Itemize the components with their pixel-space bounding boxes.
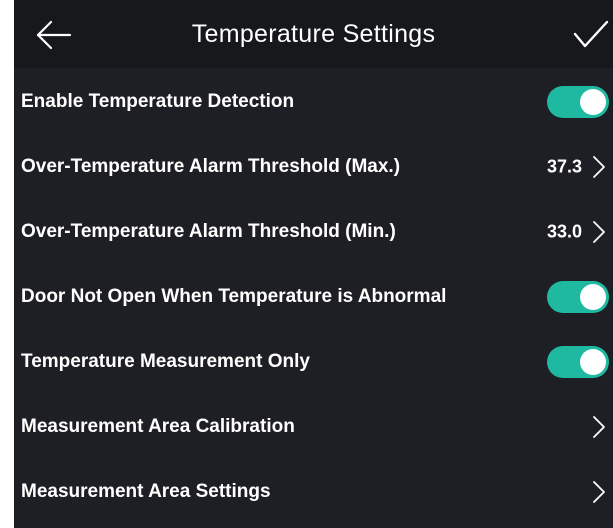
chevron-right-icon [592,415,606,439]
toggle-knob [580,89,606,115]
toggle-knob [580,349,606,375]
setting-row-enable-temperature-detection[interactable]: Enable Temperature Detection [14,70,613,135]
setting-label: Enable Temperature Detection [21,91,295,112]
setting-label: Over-Temperature Alarm Threshold (Max.) [21,156,401,177]
page-title: Temperature Settings [191,20,436,48]
temperature-settings-screen: Temperature Settings Enable Temperature … [14,0,613,528]
setting-row-over-temperature-alarm-threshold-max[interactable]: Over-Temperature Alarm Threshold (Max.) 3… [14,135,613,200]
setting-value: 37.3 [546,156,582,177]
setting-row-measurement-area-settings[interactable]: Measurement Area Settings [14,460,613,525]
confirm-button[interactable] [571,18,611,52]
setting-row-over-temperature-alarm-threshold-min[interactable]: Over-Temperature Alarm Threshold (Min.) 3… [14,200,613,265]
toggle-switch[interactable] [547,281,609,313]
chevron-right-icon [592,155,606,179]
toggle-switch[interactable] [547,86,609,118]
setting-label: Measurement Area Settings [21,481,271,502]
checkmark-icon [571,18,611,52]
setting-value: 33.0 [546,221,582,242]
chevron-right-icon [592,480,606,504]
chevron-right-icon [592,220,606,244]
toggle-knob [580,284,606,310]
setting-row-measurement-area-calibration[interactable]: Measurement Area Calibration [14,395,613,460]
header-bar: Temperature Settings [14,0,613,68]
setting-row-temperature-measurement-only[interactable]: Temperature Measurement Only [14,330,613,395]
setting-label: Door Not Open When Temperature is Abnorm… [21,286,447,307]
setting-label: Temperature Measurement Only [21,351,310,372]
toggle-switch[interactable] [547,346,609,378]
setting-label: Over-Temperature Alarm Threshold (Min.) [21,221,396,242]
setting-label: Measurement Area Calibration [21,416,295,437]
setting-row-door-not-open-when-temperature-is-abnormal[interactable]: Door Not Open When Temperature is Abnorm… [14,265,613,330]
